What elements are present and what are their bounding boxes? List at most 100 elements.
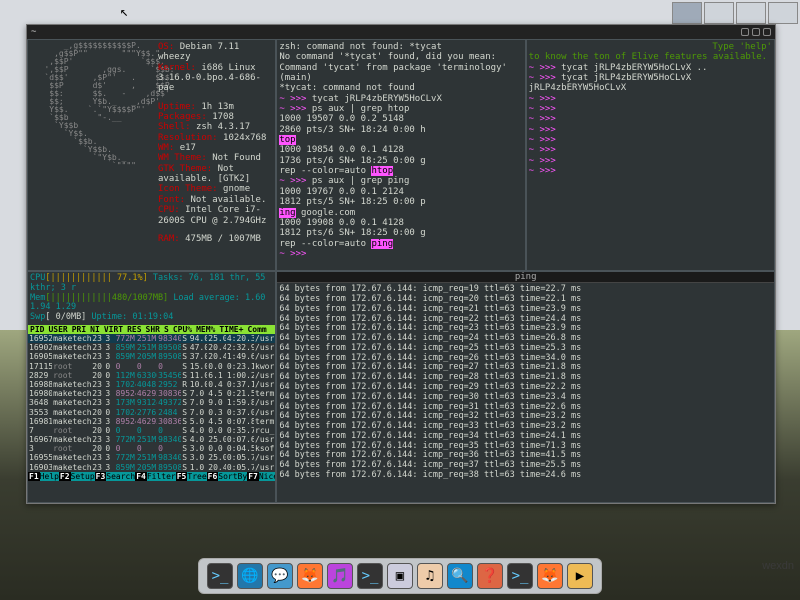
cmd: ps aux | grep ping (312, 176, 410, 186)
prompt: ~ >>> (529, 73, 556, 83)
htop-row[interactable]: 16952maketeche233772M251M98340S94.025.04… (28, 334, 275, 343)
prompt: ~ >>> (279, 94, 306, 104)
dock[interactable]: >_🌐💬🦊🎵>_▣♫🔍❓>_🦊▶ (198, 558, 602, 594)
fkey[interactable]: F4Filter (135, 472, 176, 481)
dock-firefox-icon[interactable]: 🦊 (297, 563, 323, 589)
shell-value: zsh 4.3.17 (196, 122, 250, 132)
htop-uptime: Uptime: 01:19:04 (91, 312, 173, 322)
htop-col[interactable]: PRI (70, 325, 88, 334)
workspace-1[interactable] (672, 2, 702, 24)
workspace-3[interactable] (736, 2, 766, 24)
htop-row[interactable]: 16903maketeche233859M205M89508S1.020.40:… (28, 463, 275, 472)
htop-col[interactable]: NI (88, 325, 102, 334)
close-icon[interactable] (763, 28, 771, 36)
ps-line: 2860 pts/3 SN+ 18:24 0:00 h (279, 125, 425, 135)
dock-search-icon[interactable]: 🔍 (447, 563, 473, 589)
mem-meter-label: Mem (30, 293, 45, 303)
terminal-window[interactable]: ~ _,g$$$$$$$$$$$P. ,g$$P"" """Y$$.". ,$$… (26, 24, 776, 504)
dock-messenger-icon[interactable]: 💬 (267, 563, 293, 589)
pane-shell[interactable]: zsh: command not found: *tycat No comman… (276, 39, 525, 271)
htop-col[interactable]: MEM% (194, 325, 217, 334)
grep-match: ing (279, 208, 295, 218)
htop-col[interactable]: PID (28, 325, 46, 334)
cmd: ps aux | grep htop (312, 104, 410, 114)
fkey[interactable]: F2Setup (59, 472, 95, 481)
fkey[interactable]: F7Nice (247, 472, 276, 481)
prompt: ~ >>> (529, 156, 556, 166)
dock-globe-icon[interactable]: 🌐 (237, 563, 263, 589)
window-title: ~ (31, 27, 36, 37)
htop-row[interactable]: 16955maketeche233772M251M98340S3.025.00:… (28, 453, 275, 462)
pane-tips[interactable]: Type 'help' to know the ton of Elive fea… (526, 39, 775, 271)
fkey[interactable]: F1Help (28, 472, 59, 481)
maximize-icon[interactable] (752, 28, 760, 36)
zsh-line: Command 'tycat' from package 'terminolog… (279, 63, 522, 84)
htop-row[interactable]: 2829root200112M6330035456S11.06.11:00.24… (28, 371, 275, 380)
htop-col[interactable]: TIME+ (217, 325, 245, 334)
dock-help-icon[interactable]: ❓ (477, 563, 503, 589)
watermark: wexdn (762, 560, 794, 572)
fkey[interactable]: F6SortBy (207, 472, 248, 481)
dock-terminal-icon[interactable]: >_ (207, 563, 233, 589)
cpu-meter: [|||||||||||| 77.1%] (45, 273, 147, 283)
pane-htop[interactable]: CPU[|||||||||||| 77.1%] Tasks: 76, 181 t… (27, 271, 276, 503)
workspace-pager[interactable] (672, 2, 798, 24)
packages-label: Packages: (158, 112, 207, 122)
htop-rows: 16952maketeche233772M251M98340S94.025.04… (28, 334, 275, 472)
tip-header: Type 'help' (529, 42, 772, 52)
prompt: ~ >>> (529, 114, 556, 124)
res-label: Resolution: (158, 133, 218, 143)
htop-col[interactable]: S (162, 325, 171, 334)
pane-screenfetch[interactable]: _,g$$$$$$$$$$$P. ,g$$P"" """Y$$.". ,$$P'… (27, 39, 276, 271)
uptime-value: 1h 13m (201, 102, 234, 112)
fkey[interactable]: F5Tree (176, 472, 207, 481)
htop-row[interactable]: 3553maketeche2001702427762484S7.00.30:37… (28, 408, 275, 417)
htop-row[interactable]: 16988maketeche2331702440482952R10.00.40:… (28, 380, 275, 389)
prompt: ~ >>> (529, 94, 556, 104)
uptime-label: Uptime: (158, 102, 196, 112)
os-label: OS: (158, 42, 174, 52)
htop-row[interactable]: 3root200000S3.00.00:04.58ksof (28, 444, 275, 453)
htop-row[interactable]: 16902maketeche233859M251M89508S47.020.42… (28, 343, 275, 352)
font-value: Not available. (191, 195, 267, 205)
htop-col[interactable]: VIRT (102, 325, 125, 334)
minimize-icon[interactable] (741, 28, 749, 36)
shell-label: Shell: (158, 122, 191, 132)
ps-line: 1000 19767 0.0 0.1 2124 (279, 187, 522, 197)
prompt: ~ >>> (529, 166, 556, 176)
ping-tab-title: ping (277, 272, 774, 283)
icon-label: Icon Theme: (158, 184, 218, 194)
fkey[interactable]: F3Search (95, 472, 136, 481)
htop-row[interactable]: 16905maketeche233859M205M89508S37.020.41… (28, 352, 275, 361)
htop-col[interactable]: USER (46, 325, 69, 334)
swp-meter-label: Swp (30, 312, 45, 322)
pane-ping[interactable]: ping 64 bytes from 172.67.6.144: icmp_re… (276, 271, 775, 503)
dock-virtualbox-icon[interactable]: ▣ (387, 563, 413, 589)
workspace-4[interactable] (768, 2, 798, 24)
grep-match: top (279, 135, 295, 145)
htop-col[interactable]: CPU% (171, 325, 194, 334)
dock-terminal-icon[interactable]: >_ (357, 563, 383, 589)
htop-row[interactable]: 7root200000S4.00.00:35.70rcu_ (28, 426, 275, 435)
dock-ipod-icon[interactable]: 🎵 (327, 563, 353, 589)
prompt: ~ >>> (279, 104, 306, 114)
dock-video-icon[interactable]: ▶ (567, 563, 593, 589)
dock-firefox-icon[interactable]: 🦊 (537, 563, 563, 589)
htop-col[interactable]: SHR (144, 325, 162, 334)
dock-terminal-icon[interactable]: >_ (507, 563, 533, 589)
titlebar[interactable]: ~ (27, 25, 775, 39)
dock-music-icon[interactable]: ♫ (417, 563, 443, 589)
ram-value: 475MB / 1007MB (185, 234, 261, 244)
htop-row[interactable]: 16980maketeche233895244629230836S7.04.50… (28, 389, 275, 398)
htop-row[interactable]: 16967maketeche233772M251M98340S4.025.00:… (28, 435, 275, 444)
htop-row[interactable]: 17115root200000S15.00.00:23.12kwor (28, 362, 275, 371)
htop-row[interactable]: 16981maketeche233895244629230836S5.04.50… (28, 417, 275, 426)
htop-fkeys[interactable]: F1HelpF2SetupF3SearchF4FilterF5TreeF6Sor… (28, 472, 275, 481)
font-label: Font: (158, 195, 185, 205)
workspace-2[interactable] (704, 2, 734, 24)
grep-match: htop (371, 166, 393, 176)
htop-row[interactable]: 3648maketeche233173M9312449372S7.09.01:5… (28, 398, 275, 407)
tip-text: to know the ton of Elive features availa… (529, 52, 772, 62)
htop-col[interactable]: RES (125, 325, 143, 334)
htop-col[interactable]: Comm (245, 325, 268, 334)
